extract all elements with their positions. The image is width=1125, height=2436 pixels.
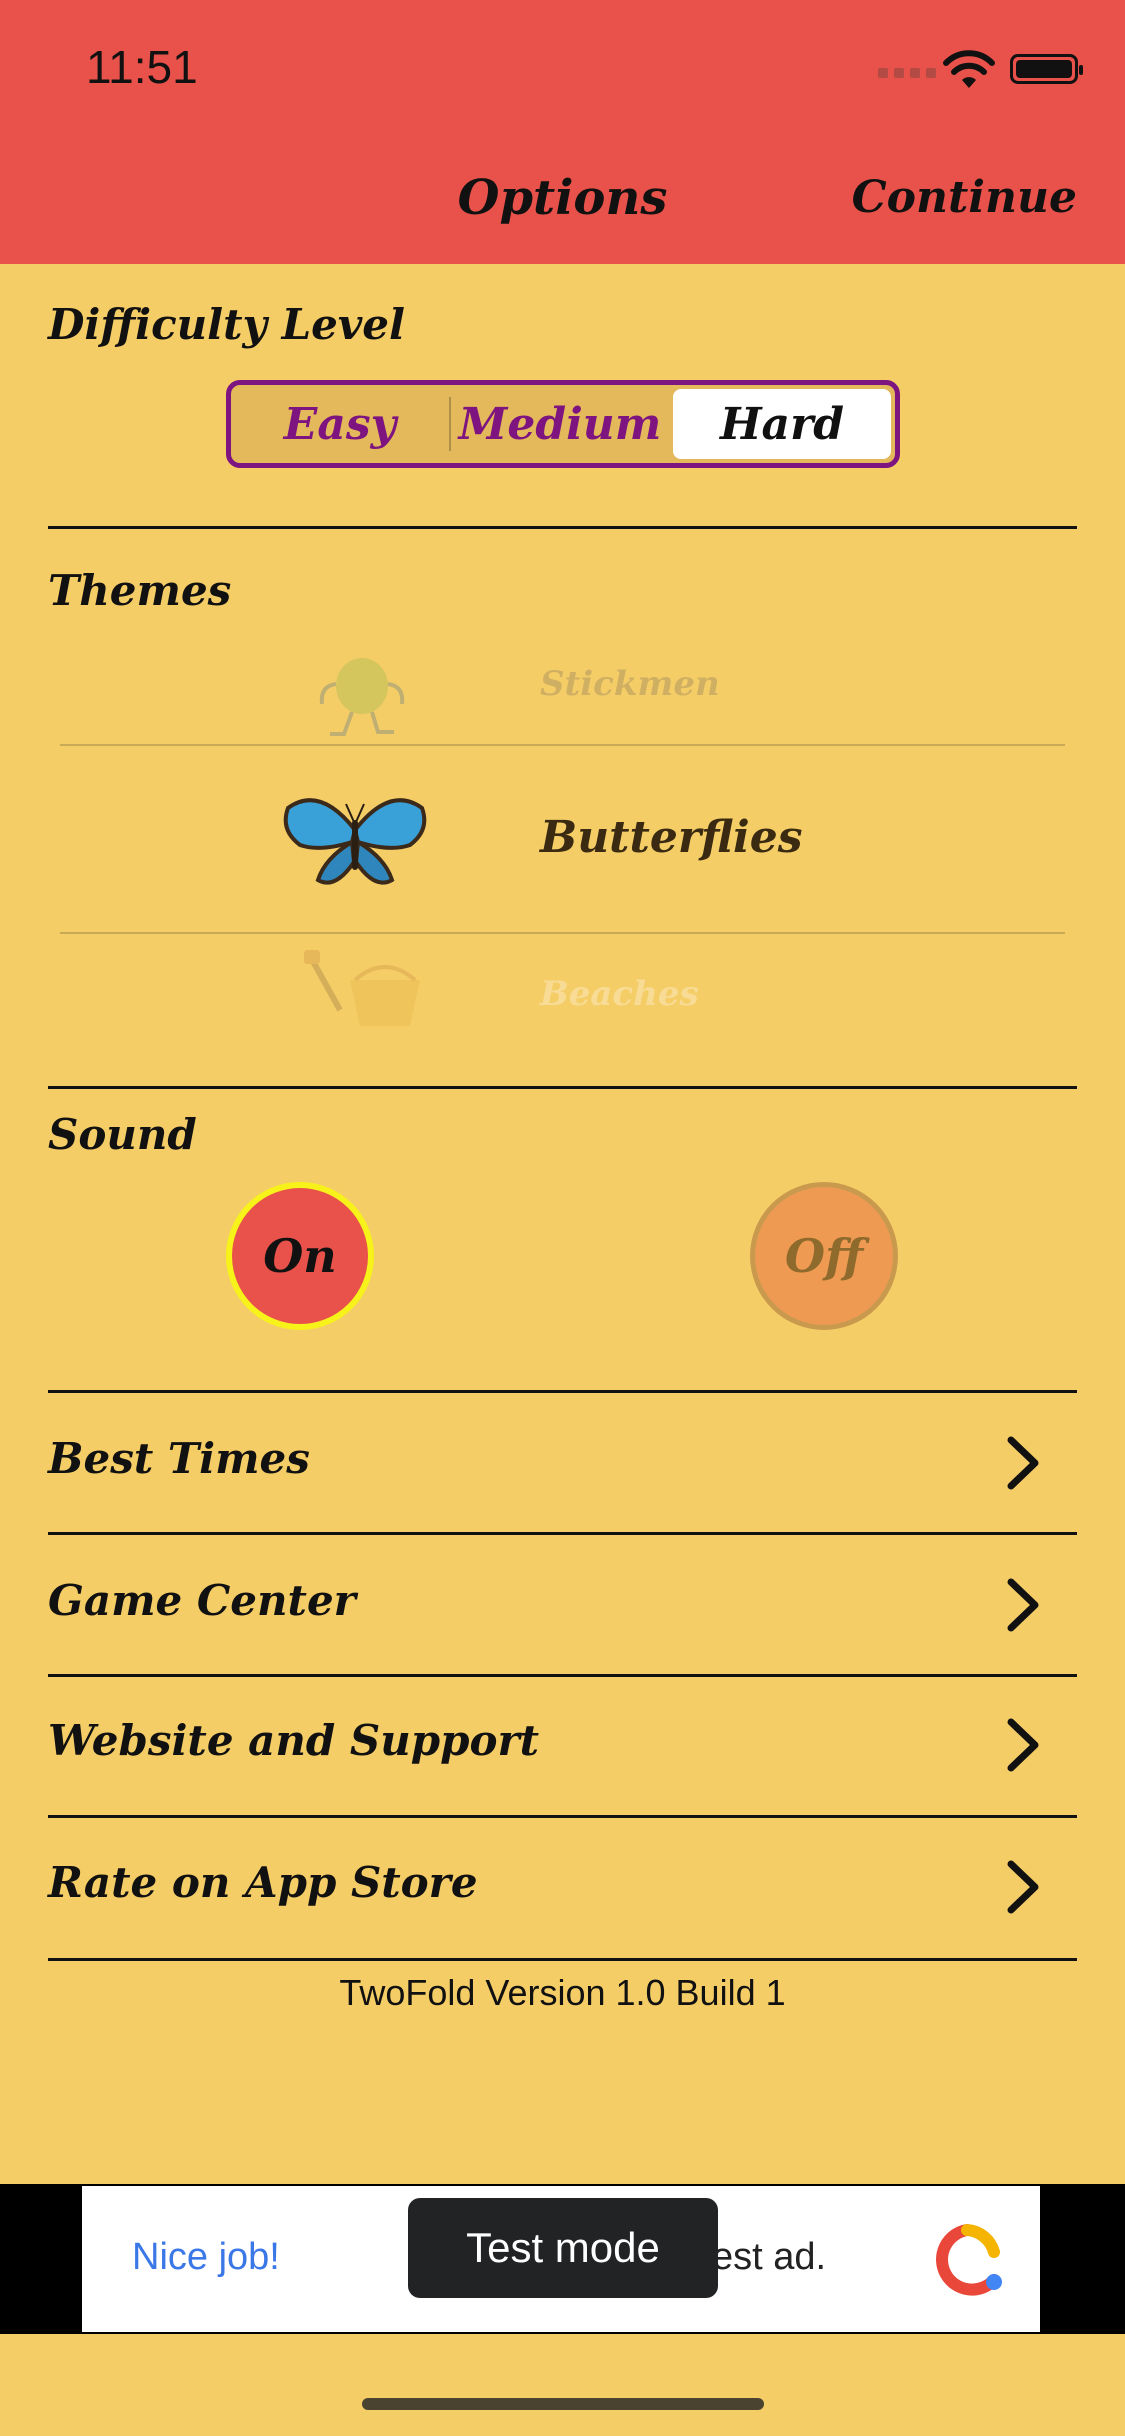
menu-item-label: Game Center xyxy=(48,1576,356,1625)
wifi-icon xyxy=(943,50,995,88)
difficulty-medium-option[interactable]: Medium xyxy=(451,385,669,463)
stickman-icon xyxy=(319,658,405,736)
menu-item-label: Best Times xyxy=(48,1434,310,1483)
ad-text-right: est ad. xyxy=(712,2236,827,2278)
chevron-right-icon xyxy=(1007,1718,1039,1772)
home-indicator[interactable] xyxy=(362,2398,764,2410)
status-time: 11:51 xyxy=(86,41,198,93)
butterfly-icon xyxy=(283,798,427,885)
menu-item-label: Website and Support xyxy=(48,1716,540,1765)
chevron-right-icon xyxy=(1007,1578,1039,1632)
difficulty-easy-option[interactable]: Easy xyxy=(231,385,449,463)
test-mode-toast: Test mode xyxy=(408,2198,718,2298)
theme-name: Butterflies xyxy=(540,812,803,863)
ad-text-left: Nice job! xyxy=(132,2236,280,2278)
version-label: TwoFold Version 1.0 Build 1 xyxy=(339,1972,786,2013)
beach-bucket-icon xyxy=(304,950,420,1026)
menu-item-best-times[interactable]: Best Times xyxy=(48,1394,1077,1534)
sound-label: Sound xyxy=(48,1110,197,1159)
chevron-right-icon xyxy=(1007,1436,1039,1490)
chevron-right-icon xyxy=(1007,1860,1039,1914)
theme-name: Beaches xyxy=(540,974,699,1014)
picker-divider xyxy=(60,932,1065,934)
menu-item-website-support[interactable]: Website and Support xyxy=(48,1676,1077,1816)
cellular-signal-icon xyxy=(878,68,936,78)
continue-button[interactable]: Continue xyxy=(852,172,1077,223)
battery-icon xyxy=(1010,54,1083,84)
difficulty-hard-option[interactable]: Hard xyxy=(673,389,891,459)
theme-item-butterflies[interactable]: Butterflies xyxy=(0,760,1125,930)
divider xyxy=(48,1086,1077,1089)
picker-divider xyxy=(60,744,1065,746)
theme-item-beaches[interactable]: Beaches xyxy=(0,944,1125,1026)
difficulty-label: Difficulty Level xyxy=(48,300,405,349)
sound-on-button[interactable]: On xyxy=(226,1182,374,1330)
menu-item-game-center[interactable]: Game Center xyxy=(48,1536,1077,1676)
menu-item-label: Rate on App Store xyxy=(48,1858,478,1907)
theme-name: Stickmen xyxy=(540,664,720,704)
menu-item-rate-app-store[interactable]: Rate on App Store xyxy=(48,1818,1077,1958)
themes-label: Themes xyxy=(48,566,232,615)
difficulty-segmented-control: Easy Medium Hard xyxy=(226,380,900,468)
divider xyxy=(48,526,1077,529)
ad-logo-icon xyxy=(936,2224,1002,2296)
divider xyxy=(48,1532,1077,1535)
divider xyxy=(48,1958,1077,1961)
divider xyxy=(48,1390,1077,1393)
theme-item-stickmen[interactable]: Stickmen xyxy=(0,640,1125,740)
sound-off-button[interactable]: Off xyxy=(750,1182,898,1330)
